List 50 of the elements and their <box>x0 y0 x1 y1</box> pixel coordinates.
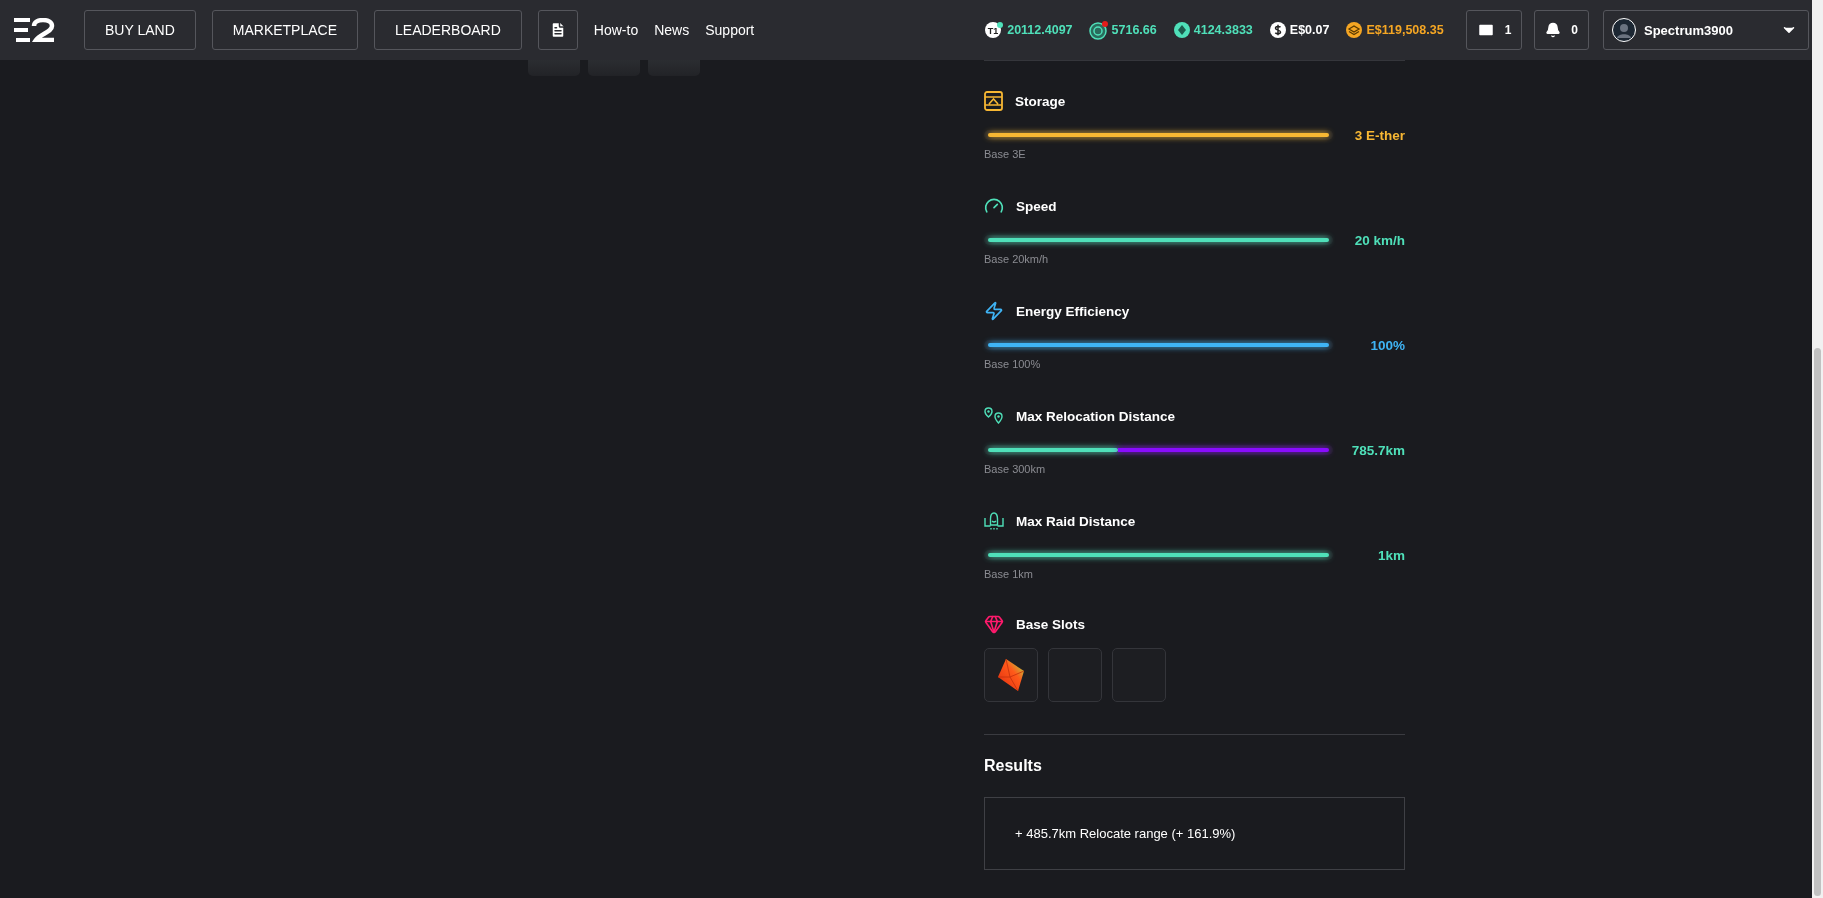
bell-icon <box>1545 22 1562 38</box>
stat-value: 3 E-ther <box>1353 127 1405 143</box>
balance-amount: E$119,508.35 <box>1366 23 1444 37</box>
nav-link[interactable]: How-to <box>593 22 639 38</box>
token-icon: T1 <box>984 21 1005 39</box>
gem-icon <box>984 614 1004 634</box>
stat-value: 20 km/h <box>1353 232 1405 248</box>
stat-base: Base 100% <box>984 358 1042 370</box>
lightning-icon <box>984 301 1004 321</box>
stat-value: 785.7km <box>1350 442 1405 458</box>
radar-icon <box>1088 20 1109 40</box>
results-title: Results <box>984 757 1043 775</box>
document-button[interactable] <box>537 10 578 50</box>
stat-value: 100% <box>1369 337 1405 353</box>
spaceship-icon <box>984 512 1004 530</box>
balance-amount: E$0.07 <box>1289 23 1330 37</box>
nav-button[interactable]: MARKETPLACE <box>211 10 359 50</box>
stat-title: Speed <box>1016 198 1057 214</box>
stat-base: Base 300km <box>984 463 1047 475</box>
stat-title: Energy Efficiency <box>1016 303 1130 319</box>
mail-button[interactable]: 1 <box>1465 10 1523 50</box>
balance-amount: 5716.66 <box>1111 23 1157 37</box>
result-text: + 485.7km Relocate range (+ 161.9%) <box>1015 826 1237 841</box>
base-slot[interactable] <box>984 648 1038 702</box>
balance-amount: 4124.3833 <box>1193 23 1253 37</box>
stat-title: Max Raid Distance <box>1016 513 1136 529</box>
scrollbar[interactable] <box>1812 0 1823 898</box>
dollar-coin-icon <box>1268 21 1287 39</box>
nav-button[interactable]: BUY LAND <box>84 10 196 50</box>
diamond-coin-icon <box>1172 21 1191 39</box>
speedometer-icon <box>984 196 1004 216</box>
user-menu-button[interactable]: Spectrum3900 <box>1603 10 1809 50</box>
balance-amount: 20112.4097 <box>1007 23 1073 37</box>
stat-value: 1km <box>1376 547 1405 563</box>
stat-title: Max Relocation Distance <box>1016 408 1176 424</box>
stat-base: Base 3E <box>984 148 1027 160</box>
avatar <box>1612 18 1636 42</box>
nav-link[interactable]: News <box>654 22 690 38</box>
stat-base: Base 1km <box>984 568 1034 580</box>
storage-crate-icon <box>984 91 1003 111</box>
nav-button[interactable]: LEADERBOARD <box>374 10 522 50</box>
coin-stack-icon <box>1345 21 1364 39</box>
logo[interactable] <box>14 18 56 42</box>
map-pins-icon <box>984 407 1004 425</box>
crystal-icon <box>996 657 1026 693</box>
notifications-button[interactable]: 0 <box>1534 10 1589 50</box>
nav-link[interactable]: Support <box>705 22 755 38</box>
section-title: Base Slots <box>1016 616 1086 632</box>
stat-base: Base 20km/h <box>984 253 1050 265</box>
stat-title: Storage <box>1015 93 1066 109</box>
